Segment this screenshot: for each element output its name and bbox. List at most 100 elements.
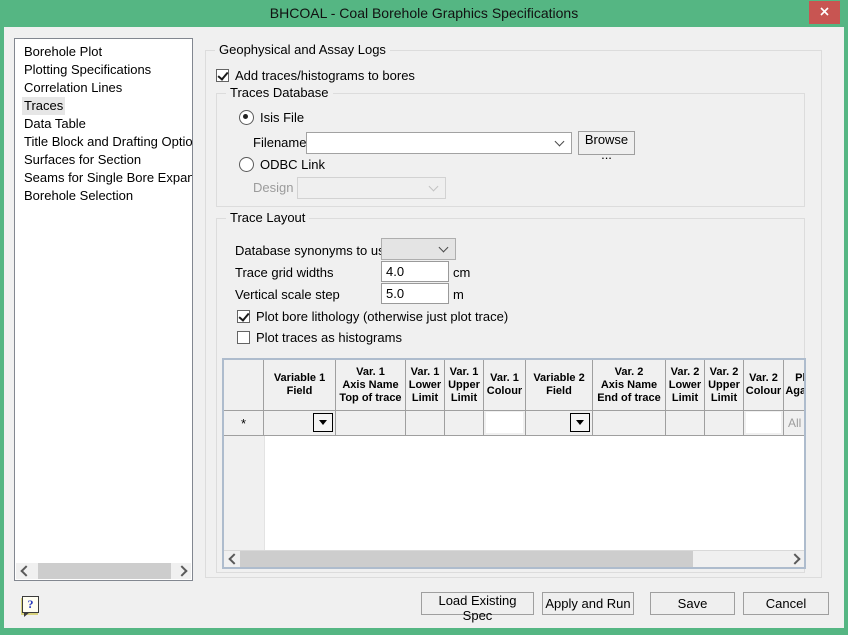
sidebar-item-correlation-lines[interactable]: Correlation Lines [15,79,192,97]
grid-header-var2-axis-name[interactable]: Var. 2 Axis Name End of trace [593,360,666,411]
scrollbar-thumb[interactable] [38,563,171,579]
grid-header-var2-upper-limit[interactable]: Var. 2 Upper Limit [705,360,744,411]
geophysical-group-title: Geophysical and Assay Logs [215,42,390,58]
scrollbar-thumb[interactable] [240,551,693,567]
grid-header-variable2-field[interactable]: Variable 2 Field [526,360,593,411]
grid-cell-plot-against[interactable]: All [784,411,804,436]
sidebar-item-seams-single-bore[interactable]: Seams for Single Bore Expansion [15,169,192,187]
grid-header-row: Variable 1 Field Var. 1 Axis Name Top of… [224,360,804,411]
grid-newrow-clip: * All [224,411,804,436]
chevron-down-icon [439,243,449,253]
grid-cell-var1-axis-name[interactable] [336,411,406,436]
variable1-field-dropdown-button[interactable] [313,413,333,432]
plot-histograms-label[interactable]: Plot traces as histograms [256,330,402,345]
radio-dot-icon [243,114,248,119]
grid-header-variable1-field[interactable]: Variable 1 Field [264,360,336,411]
scale-step-input[interactable] [381,283,449,304]
add-traces-checkbox[interactable] [216,69,229,82]
plot-histograms-checkbox[interactable] [237,331,250,344]
grid-cell-var2-axis-name[interactable] [593,411,666,436]
grid-cell-row-marker: * [224,411,264,436]
help-bubble-tail [24,612,30,617]
cancel-button[interactable]: Cancel [743,592,829,615]
variable2-field-dropdown-button[interactable] [570,413,590,432]
grid-widths-input[interactable] [381,261,449,282]
design-label: Design [253,180,293,195]
grid-cell-var2-colour[interactable] [744,411,784,436]
grid-header-clip: Variable 1 Field Var. 1 Axis Name Top of… [224,360,804,411]
filename-combobox[interactable] [306,132,572,154]
scroll-left-button[interactable] [16,563,32,579]
add-traces-label[interactable]: Add traces/histograms to bores [235,68,415,83]
grid-cell-var2-upper-limit[interactable] [705,411,744,436]
isis-file-label[interactable]: Isis File [260,110,304,125]
grid-new-row: * All [224,411,804,436]
plot-lithology-checkbox-row: Plot bore lithology (otherwise just plot… [237,309,508,324]
sidebar-item-borehole-plot[interactable]: Borehole Plot [15,43,192,61]
chevron-left-icon [228,553,239,564]
load-existing-spec-button[interactable]: Load Existing Spec [421,592,534,615]
titlebar: BHCOAL - Coal Borehole Graphics Specific… [0,0,848,27]
sidebar-horizontal-scrollbar[interactable] [16,563,191,579]
var2-colour-swatch[interactable] [746,412,781,433]
dropdown-arrow-icon [576,420,584,425]
grid-header-plot-against[interactable]: Plot Against [784,360,804,411]
grid-header-var2-colour[interactable]: Var. 2 Colour [744,360,784,411]
help-question-icon: ? [28,598,34,611]
sidebar-item-plotting-specifications[interactable]: Plotting Specifications [15,61,192,79]
grid-cell-var1-upper-limit[interactable] [445,411,484,436]
odbc-link-label[interactable]: ODBC Link [260,157,325,172]
grid-widths-label: Trace grid widths [235,265,334,280]
grid-cell-var2-lower-limit[interactable] [666,411,705,436]
grid-cell-var1-lower-limit[interactable] [406,411,445,436]
help-button[interactable]: ? [22,596,39,613]
scale-step-unit: m [453,287,464,302]
design-combobox[interactable] [297,177,446,199]
scroll-left-button[interactable] [224,551,240,567]
section-list-items: Borehole Plot Plotting Specifications Co… [15,39,192,205]
grid-cell-var1-colour[interactable] [484,411,526,436]
grid-widths-unit: cm [453,265,470,280]
grid-header-rowselector[interactable] [224,360,264,411]
grid-header-var1-axis-name[interactable]: Var. 1 Axis Name Top of trace [336,360,406,411]
isis-file-radio[interactable] [239,110,254,125]
window-title: BHCOAL - Coal Borehole Graphics Specific… [0,5,848,21]
close-button[interactable] [809,1,840,24]
section-list: Borehole Plot Plotting Specifications Co… [14,38,193,581]
sidebar-item-traces[interactable]: Traces [15,97,192,115]
grid-cell-variable2-field[interactable] [526,411,593,436]
scale-step-label: Vertical scale step [235,287,340,302]
scroll-right-button[interactable] [175,563,191,579]
grid-header-var1-upper-limit[interactable]: Var. 1 Upper Limit [445,360,484,411]
trace-variables-grid: Variable 1 Field Var. 1 Axis Name Top of… [222,358,806,569]
apply-and-run-button[interactable]: Apply and Run [542,592,634,615]
var1-colour-swatch[interactable] [486,412,523,433]
close-icon [819,4,830,22]
odbc-link-radio[interactable] [239,157,254,172]
scroll-right-button[interactable] [788,551,804,567]
scrollbar-track[interactable] [32,563,175,579]
sidebar-item-data-table[interactable]: Data Table [15,115,192,133]
plot-lithology-checkbox[interactable] [237,310,250,323]
browse-button[interactable]: Browse ... [578,131,635,155]
scrollbar-track[interactable] [240,551,788,567]
grid-rowheader-strip [224,436,265,550]
save-button[interactable]: Save [650,592,735,615]
grid-empty-body [224,436,804,550]
grid-header-var2-lower-limit[interactable]: Var. 2 Lower Limit [666,360,705,411]
synonyms-combobox[interactable] [381,238,456,260]
plot-lithology-label[interactable]: Plot bore lithology (otherwise just plot… [256,309,508,324]
grid-header-var1-colour[interactable]: Var. 1 Colour [484,360,526,411]
dialog-window: BHCOAL - Coal Borehole Graphics Specific… [0,0,848,635]
sidebar-item-borehole-selection[interactable]: Borehole Selection [15,187,192,205]
traces-database-title: Traces Database [226,85,333,101]
grid-horizontal-scrollbar[interactable] [224,550,804,567]
sidebar-item-title-block[interactable]: Title Block and Drafting Options [15,133,192,151]
chevron-left-icon [20,565,31,576]
grid-header-var1-lower-limit[interactable]: Var. 1 Lower Limit [406,360,445,411]
trace-layout-title: Trace Layout [226,210,309,226]
sidebar-item-surfaces-for-section[interactable]: Surfaces for Section [15,151,192,169]
odbc-link-radio-row: ODBC Link [239,157,325,172]
grid-cell-variable1-field[interactable] [264,411,336,436]
plot-histograms-checkbox-row: Plot traces as histograms [237,330,402,345]
